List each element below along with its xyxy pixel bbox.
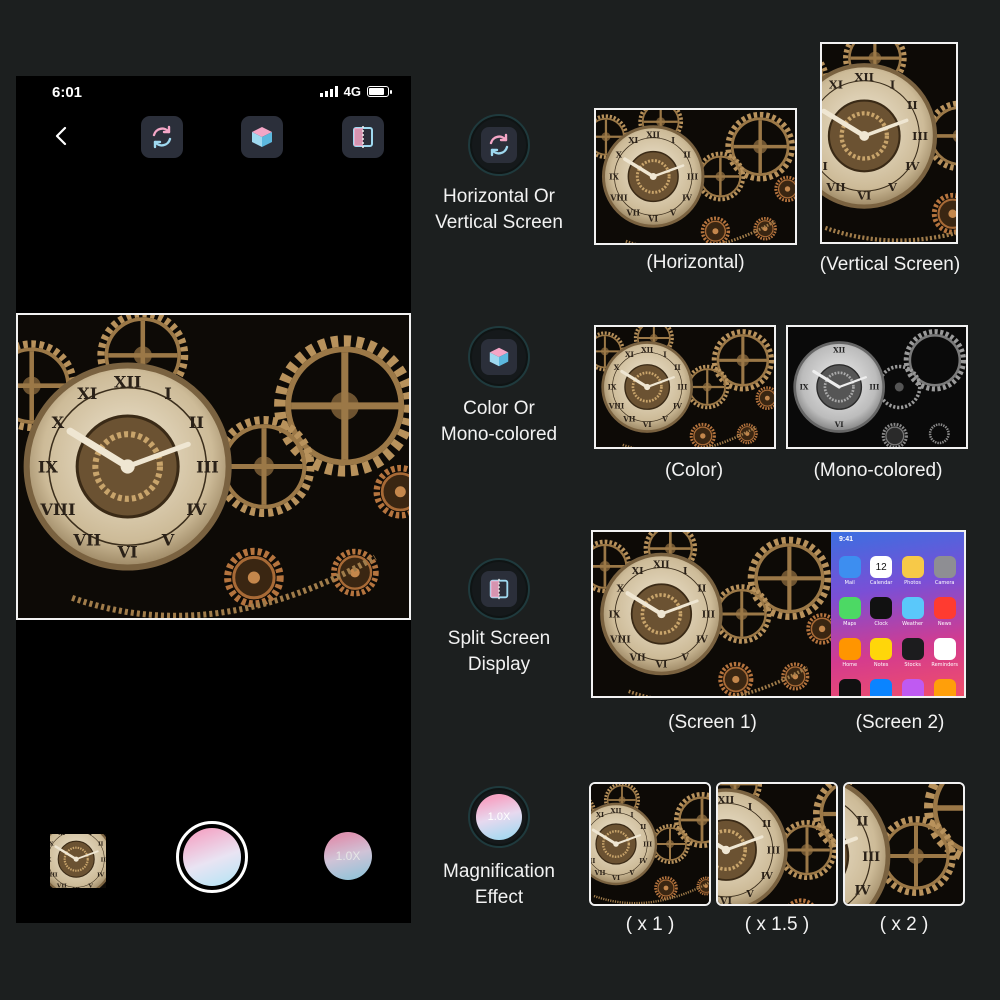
feature-magnify-badge: 1.0X (468, 786, 530, 848)
caption-screen-1: (Screen 1) (668, 712, 757, 733)
app-icon: Maps (837, 597, 862, 627)
feature-label-split: Split Screen Display (447, 628, 551, 675)
feature-label-color: Color Or Mono-colored (440, 398, 558, 445)
app-icon: Books (931, 679, 958, 696)
app-grid: Mail 12 Calendar Photos Camera Maps Clock Weath… (837, 556, 958, 696)
app-icon: iTunes (900, 679, 925, 696)
cube-icon (249, 124, 275, 150)
split-screen-button[interactable] (342, 116, 384, 158)
rotate-button[interactable] (141, 116, 183, 158)
app-icon: 12 Calendar (868, 556, 893, 586)
app-icon: App Store (868, 679, 893, 696)
battery-level (369, 88, 385, 95)
status-bar-right: 4G (319, 84, 392, 99)
example-mono (786, 325, 968, 449)
caption-color: (Color) (664, 460, 724, 481)
app-icon: Home (837, 638, 862, 668)
cube-icon (487, 345, 511, 369)
camera-preview[interactable] (16, 313, 411, 620)
caption-zoom-2x: ( x 2 ) (879, 914, 929, 935)
gallery-thumbnail[interactable] (50, 834, 106, 888)
split-screen-2: 9:41 Mail 12 Calendar Photos Camera Maps Clock… (831, 532, 964, 696)
app-icon: Notes (868, 638, 893, 668)
app-icon: Reminders (931, 638, 958, 668)
feature-label-magnify: Magnification Effect (443, 861, 555, 908)
app-icon: Weather (900, 597, 925, 627)
caption-screen-2: (Screen 2) (855, 712, 945, 733)
caption-zoom-1-5x: ( x 1.5 ) (744, 914, 810, 935)
feature-split-badge (468, 558, 530, 620)
magnify-icon: 1.0X (476, 794, 522, 840)
caption-mono: (Mono-colored) (813, 460, 943, 481)
rotate-icon (149, 124, 175, 150)
app-icon: Photos (900, 556, 925, 586)
example-vertical (820, 42, 958, 244)
caption-zoom-1x: ( x 1 ) (625, 914, 675, 935)
app-icon: Mail (837, 556, 862, 586)
example-color (594, 325, 776, 449)
phone-screen: 6:01 4G 1.0X (16, 76, 411, 923)
caption-horizontal: (Horizontal) (646, 252, 745, 273)
app-icon: Stocks (900, 638, 925, 668)
feature-color-badge (468, 326, 530, 388)
signal-icon (319, 86, 338, 97)
split-screen-1 (593, 532, 831, 696)
chevron-left-icon[interactable] (52, 122, 72, 150)
app-icon: TV (837, 679, 862, 696)
status-time: 6:01 (52, 84, 83, 101)
example-horizontal (594, 108, 797, 245)
split-screen-icon (487, 577, 511, 601)
example-zoom-1-5x (716, 782, 838, 906)
feature-label-orientation: Horizontal Or Vertical Screen (435, 186, 563, 233)
app-icon: Camera (931, 556, 958, 586)
example-split: 9:41 Mail 12 Calendar Photos Camera Maps Clock… (591, 530, 966, 698)
split-screen-icon (350, 124, 376, 150)
example-zoom-2x (843, 782, 965, 906)
app-icon: Clock (868, 597, 893, 627)
app-icon: News (931, 597, 958, 627)
feature-rotate-badge (468, 114, 530, 176)
capture-button[interactable] (176, 821, 248, 893)
battery-icon (367, 86, 392, 97)
color-mode-button[interactable] (241, 116, 283, 158)
example-zoom-1x (589, 782, 711, 906)
network-label: 4G (343, 84, 361, 99)
caption-vertical: (Vertical Screen) (819, 254, 961, 275)
zoom-button[interactable]: 1.0X (324, 832, 372, 880)
rotate-icon (486, 132, 512, 158)
